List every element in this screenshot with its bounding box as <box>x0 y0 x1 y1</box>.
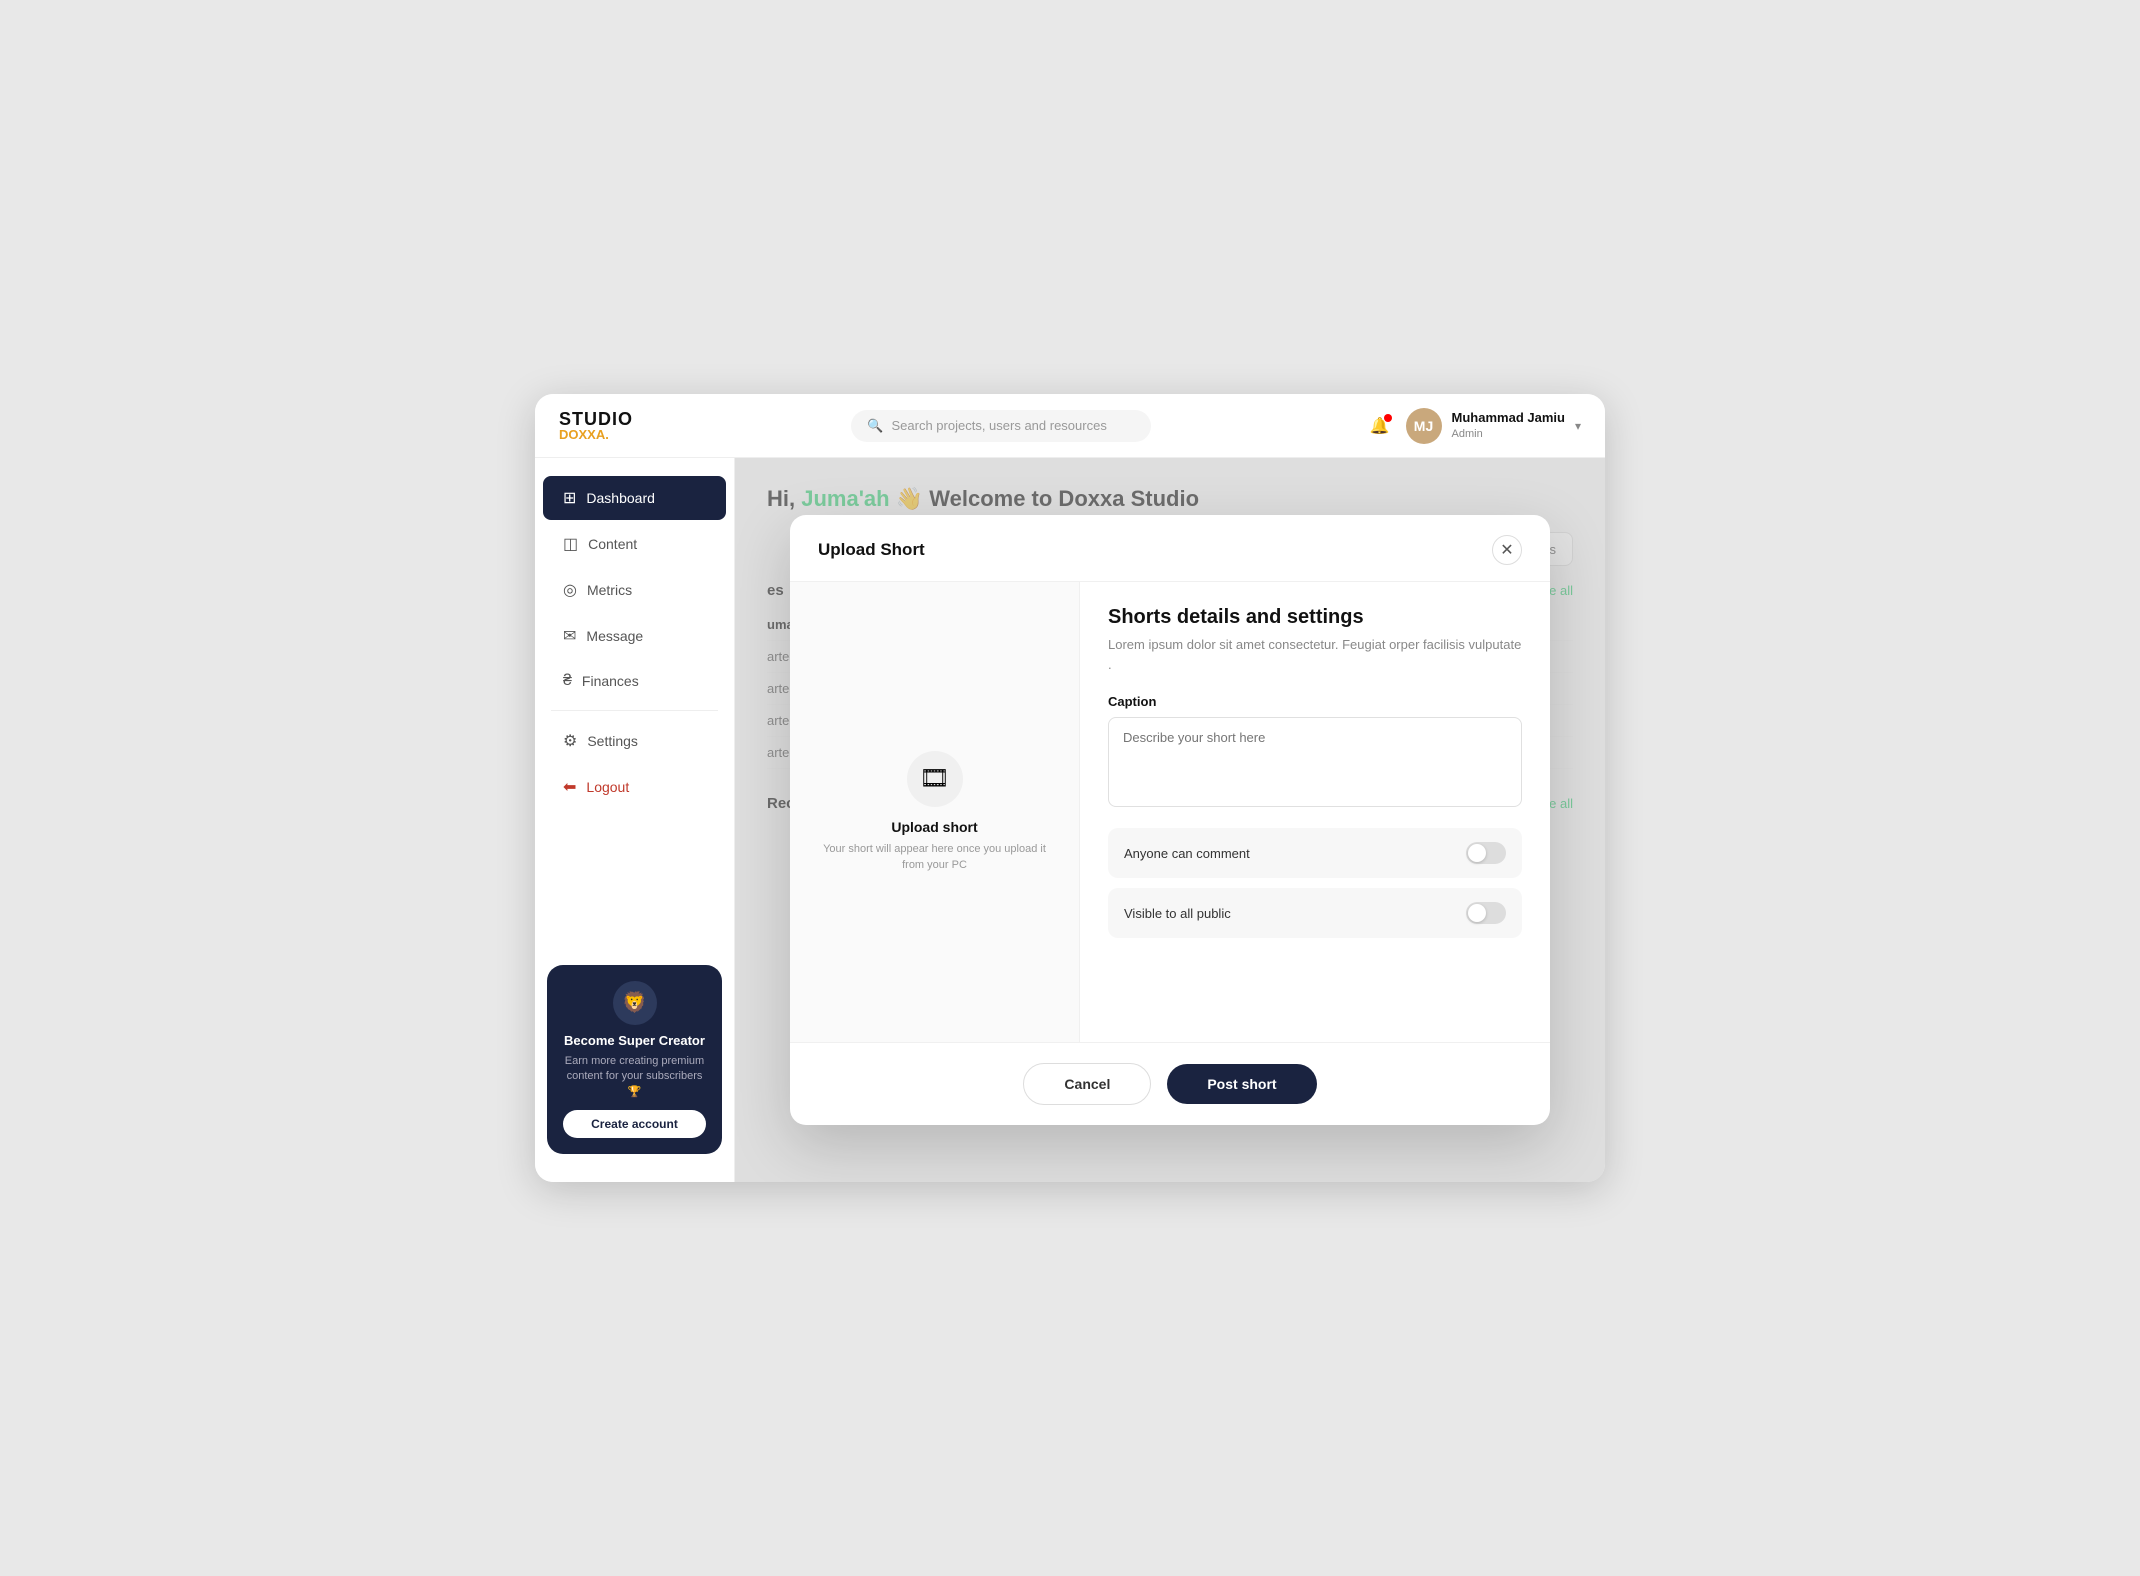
user-text: Muhammad Jamiu Admin <box>1452 410 1565 441</box>
upload-area[interactable]: 🎞 Upload short Your short will appear he… <box>790 582 1080 1042</box>
settings-desc: Lorem ipsum dolor sit amet consectetur. … <box>1108 635 1522 674</box>
dashboard-icon: ⊞ <box>563 488 576 508</box>
upload-icon-circle: 🎞 <box>907 751 963 807</box>
sidebar-label-dashboard: Dashboard <box>586 490 655 506</box>
notification-bell[interactable]: 🔔 <box>1370 416 1390 436</box>
sidebar-item-dashboard[interactable]: ⊞ Dashboard <box>543 476 726 520</box>
topbar: STUDIO DOXXA. 🔍 Search projects, users a… <box>535 394 1605 458</box>
finances-icon: ₴ <box>563 672 572 690</box>
lion-icon: 🦁 <box>622 990 647 1015</box>
logout-icon: ⬅ <box>563 777 576 797</box>
logo-studio: STUDIO <box>559 410 633 428</box>
sidebar-item-logout[interactable]: ⬅ Logout <box>543 765 726 809</box>
super-creator-title: Become Super Creator <box>563 1033 706 1048</box>
search-bar[interactable]: 🔍 Search projects, users and resources <box>851 410 1151 442</box>
logo-area: STUDIO DOXXA. <box>559 410 633 441</box>
super-creator-card: 🦁 Become Super Creator Earn more creatin… <box>547 965 722 1154</box>
film-icon: 🎞 <box>919 764 949 793</box>
sidebar-item-message[interactable]: ✉ Message <box>543 614 726 658</box>
sidebar-item-metrics[interactable]: ◎ Metrics <box>543 568 726 612</box>
sidebar-label-content: Content <box>588 536 637 552</box>
sidebar: ⊞ Dashboard ◫ Content ◎ Metrics ✉ Messag… <box>535 458 735 1182</box>
sidebar-label-logout: Logout <box>586 779 629 795</box>
message-icon: ✉ <box>563 626 576 646</box>
avatar: MJ <box>1406 408 1442 444</box>
upload-label: Upload short <box>891 819 977 835</box>
sidebar-label-settings: Settings <box>587 733 638 749</box>
create-account-button[interactable]: Create account <box>563 1110 706 1138</box>
post-short-button[interactable]: Post short <box>1167 1064 1316 1104</box>
super-creator-avatar: 🦁 <box>613 981 657 1025</box>
super-creator-description: Earn more creating premium content for y… <box>563 1054 706 1100</box>
chevron-down-icon: ▾ <box>1575 419 1581 433</box>
modal-footer: Cancel Post short <box>790 1042 1550 1125</box>
user-role: Admin <box>1452 427 1565 441</box>
upload-short-modal: Upload Short ✕ 🎞 Upload short <box>790 515 1550 1125</box>
search-icon: 🔍 <box>867 418 883 434</box>
settings-panel: Shorts details and settings Lorem ipsum … <box>1080 582 1550 1042</box>
content-icon: ◫ <box>563 534 578 554</box>
main-layout: ⊞ Dashboard ◫ Content ◎ Metrics ✉ Messag… <box>535 458 1605 1182</box>
sidebar-bottom: 🦁 Become Super Creator Earn more creatin… <box>535 953 734 1166</box>
caption-label: Caption <box>1108 694 1522 709</box>
sidebar-label-message: Message <box>586 628 643 644</box>
cancel-button[interactable]: Cancel <box>1023 1063 1151 1105</box>
modal-overlay: Upload Short ✕ 🎞 Upload short <box>735 458 1605 1182</box>
user-info[interactable]: MJ Muhammad Jamiu Admin ▾ <box>1406 408 1581 444</box>
visible-to-all-toggle[interactable] <box>1466 902 1506 924</box>
anyone-can-comment-toggle[interactable] <box>1466 842 1506 864</box>
settings-title: Shorts details and settings <box>1108 606 1522 629</box>
sidebar-label-finances: Finances <box>582 673 639 689</box>
modal-header: Upload Short ✕ <box>790 515 1550 582</box>
sidebar-label-metrics: Metrics <box>587 582 632 598</box>
modal-body: 🎞 Upload short Your short will appear he… <box>790 582 1550 1042</box>
sidebar-item-settings[interactable]: ⚙ Settings <box>543 719 726 763</box>
content-area: Hi, Juma'ah 👋 Welcome to Doxxa Studio 📅 … <box>735 458 1605 1182</box>
sidebar-item-finances[interactable]: ₴ Finances <box>543 660 726 702</box>
sidebar-divider <box>551 710 718 711</box>
anyone-can-comment-row: Anyone can comment <box>1108 828 1522 878</box>
user-name: Muhammad Jamiu <box>1452 410 1565 427</box>
visible-to-all-row: Visible to all public <box>1108 888 1522 938</box>
modal-title: Upload Short <box>818 540 925 560</box>
modal-close-button[interactable]: ✕ <box>1492 535 1522 565</box>
notification-dot <box>1384 414 1392 422</box>
settings-icon: ⚙ <box>563 731 577 751</box>
visible-to-all-label: Visible to all public <box>1124 906 1231 921</box>
metrics-icon: ◎ <box>563 580 577 600</box>
logo-doxxa: DOXXA. <box>559 428 633 441</box>
sidebar-nav: ⊞ Dashboard ◫ Content ◎ Metrics ✉ Messag… <box>535 474 734 953</box>
browser-frame: STUDIO DOXXA. 🔍 Search projects, users a… <box>535 394 1605 1182</box>
anyone-can-comment-label: Anyone can comment <box>1124 846 1250 861</box>
caption-textarea[interactable] <box>1108 717 1522 807</box>
sidebar-item-content[interactable]: ◫ Content <box>543 522 726 566</box>
app-wrapper: STUDIO DOXXA. 🔍 Search projects, users a… <box>535 394 1605 1182</box>
upload-hint: Your short will appear here once you upl… <box>814 841 1055 874</box>
search-placeholder-text: Search projects, users and resources <box>892 418 1107 433</box>
topbar-right: 🔔 MJ Muhammad Jamiu Admin ▾ <box>1370 408 1581 444</box>
